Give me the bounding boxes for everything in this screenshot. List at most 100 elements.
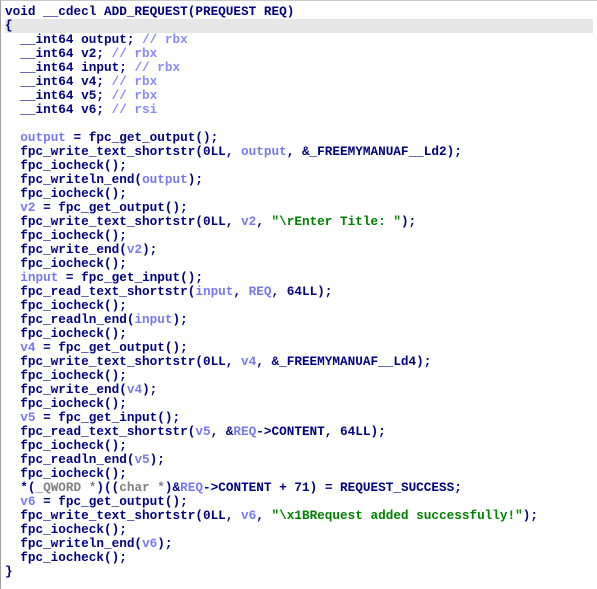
code-token: fpc_readln_end( [5, 452, 135, 467]
code-token: = fpc_get_output(); [65, 130, 219, 145]
code-token: fpc_iocheck(); [5, 396, 127, 411]
variable-token[interactable]: v5 [195, 424, 210, 439]
code-line[interactable]: fpc_iocheck(); [5, 229, 593, 243]
comment-token: // rbx [142, 32, 188, 47]
code-line[interactable]: fpc_iocheck(); [5, 159, 593, 173]
code-line[interactable]: fpc_iocheck(); [5, 439, 593, 453]
code-token: ); [142, 382, 158, 397]
variable-token[interactable]: v6 [142, 536, 157, 551]
variable-token[interactable]: v2 [20, 200, 35, 215]
code-token: fpc_iocheck(); [5, 466, 127, 481]
type-cast-token: _QWORD * [35, 480, 97, 495]
variable-token[interactable]: v2 [241, 214, 256, 229]
code-line[interactable]: v6 = fpc_get_output(); [5, 495, 593, 509]
variable-token[interactable]: v6 [20, 494, 35, 509]
variable-token[interactable]: REQ [233, 424, 256, 439]
variable-token[interactable]: v4 [20, 340, 35, 355]
code-line[interactable]: output = fpc_get_output(); [5, 131, 593, 145]
code-token: fpc_write_text_shortstr(0LL, [5, 508, 242, 523]
variable-token[interactable]: output [241, 144, 287, 159]
code-line[interactable]: } [5, 565, 593, 579]
code-line[interactable]: fpc_write_text_shortstr(0LL, v6, "\x1BRe… [5, 509, 593, 523]
code-line[interactable]: v4 = fpc_get_output(); [5, 341, 593, 355]
code-line[interactable]: fpc_readln_end(input); [5, 313, 593, 327]
code-line[interactable]: input = fpc_get_input(); [5, 271, 593, 285]
code-token: __int64 v2; [5, 46, 112, 61]
code-line[interactable]: __int64 output; // rbx [5, 33, 593, 47]
code-line[interactable]: fpc_writeln_end(v6); [5, 537, 593, 551]
code-token: fpc_iocheck(); [5, 550, 127, 565]
code-token: , &_FREEMYMANUAF__Ld2); [286, 144, 462, 159]
variable-token[interactable]: input [134, 312, 172, 327]
variable-token[interactable]: output [142, 172, 188, 187]
code-line[interactable]: fpc_iocheck(); [5, 369, 593, 383]
code-token: __int64 output; [5, 32, 143, 47]
variable-token[interactable]: input [20, 270, 58, 285]
code-line[interactable]: fpc_iocheck(); [5, 467, 593, 481]
code-line[interactable]: fpc_write_text_shortstr(0LL, v4, &_FREEM… [5, 355, 593, 369]
variable-token[interactable]: REQ [249, 284, 272, 299]
code-line[interactable]: __int64 input; // rbx [5, 61, 593, 75]
code-token: fpc_iocheck(); [5, 438, 127, 453]
type-cast-token: char * [119, 480, 165, 495]
code-token: { [5, 18, 13, 33]
code-line[interactable]: __int64 v2; // rbx [5, 47, 593, 61]
code-line[interactable]: __int64 v6; // rsi [5, 103, 593, 117]
code-line[interactable]: fpc_writeln_end(output); [5, 173, 593, 187]
code-line[interactable]: fpc_read_text_shortstr(input, REQ, 64LL)… [5, 285, 593, 299]
code-token: ); [400, 214, 417, 229]
code-token: __int64 v6; [5, 102, 112, 117]
code-line[interactable]: fpc_write_text_shortstr(0LL, output, &_F… [5, 145, 593, 159]
code-token: ); [522, 508, 538, 523]
code-line[interactable]: fpc_iocheck(); [5, 187, 593, 201]
variable-token[interactable]: v2 [127, 242, 142, 257]
variable-token[interactable]: input [195, 284, 233, 299]
code-line[interactable]: __int64 v4; // rbx [5, 75, 593, 89]
code-line[interactable]: v5 = fpc_get_input(); [5, 411, 593, 425]
variable-token[interactable]: v4 [127, 382, 142, 397]
comment-token: // rbx [134, 60, 181, 75]
code-token: , 64LL); [271, 284, 333, 299]
pseudocode-view[interactable]: void __cdecl ADD_REQUEST(PREQUEST REQ){ … [0, 0, 597, 589]
code-token: , & [210, 424, 234, 439]
variable-token[interactable]: v5 [20, 410, 35, 425]
code-line[interactable]: fpc_iocheck(); [5, 523, 593, 537]
code-line[interactable]: fpc_iocheck(); [5, 257, 593, 271]
variable-token[interactable]: output [20, 130, 66, 145]
code-line[interactable]: fpc_write_end(v2); [5, 243, 593, 257]
variable-token[interactable]: REQ [180, 480, 203, 495]
variable-token[interactable]: v4 [241, 354, 256, 369]
code-token: , &_FREEMYMANUAF__Ld4); [256, 354, 432, 369]
variable-token[interactable]: v6 [241, 508, 256, 523]
code-line[interactable]: fpc_iocheck(); [5, 551, 593, 565]
comment-token: // rbx [111, 74, 158, 89]
code-token: = fpc_get_input(); [58, 270, 203, 285]
code-line[interactable]: *(_QWORD *)((char *)&REQ->CONTENT + 71) … [5, 481, 593, 495]
code-line[interactable]: v2 = fpc_get_output(); [5, 201, 593, 215]
pseudocode-listing[interactable]: void __cdecl ADD_REQUEST(PREQUEST REQ){ … [5, 5, 593, 579]
code-line[interactable]: __int64 v5; // rbx [5, 89, 593, 103]
code-token: )& [164, 480, 181, 495]
variable-token[interactable]: v5 [134, 452, 149, 467]
code-line[interactable]: fpc_iocheck(); [5, 397, 593, 411]
code-token: ); [157, 536, 173, 551]
code-token: fpc_writeln_end( [5, 172, 143, 187]
code-line[interactable]: fpc_iocheck(); [5, 299, 593, 313]
code-token: } [5, 564, 13, 579]
code-line[interactable]: fpc_write_end(v4); [5, 383, 593, 397]
code-line[interactable]: fpc_write_text_shortstr(0LL, v2, "\rEnte… [5, 215, 593, 229]
code-line[interactable]: fpc_iocheck(); [5, 327, 593, 341]
code-token: fpc_write_end( [5, 382, 127, 397]
code-line[interactable]: fpc_read_text_shortstr(v5, &REQ->CONTENT… [5, 425, 593, 439]
function-signature-line[interactable]: void __cdecl ADD_REQUEST(PREQUEST REQ) [5, 5, 593, 19]
code-token: fpc_iocheck(); [5, 158, 127, 173]
code-line[interactable] [5, 117, 593, 131]
code-line[interactable]: fpc_readln_end(v5); [5, 453, 593, 467]
code-token: __int64 v4; [5, 74, 112, 89]
code-token: ); [172, 312, 188, 327]
code-token: , [256, 214, 272, 229]
code-line[interactable]: { [5, 19, 593, 33]
